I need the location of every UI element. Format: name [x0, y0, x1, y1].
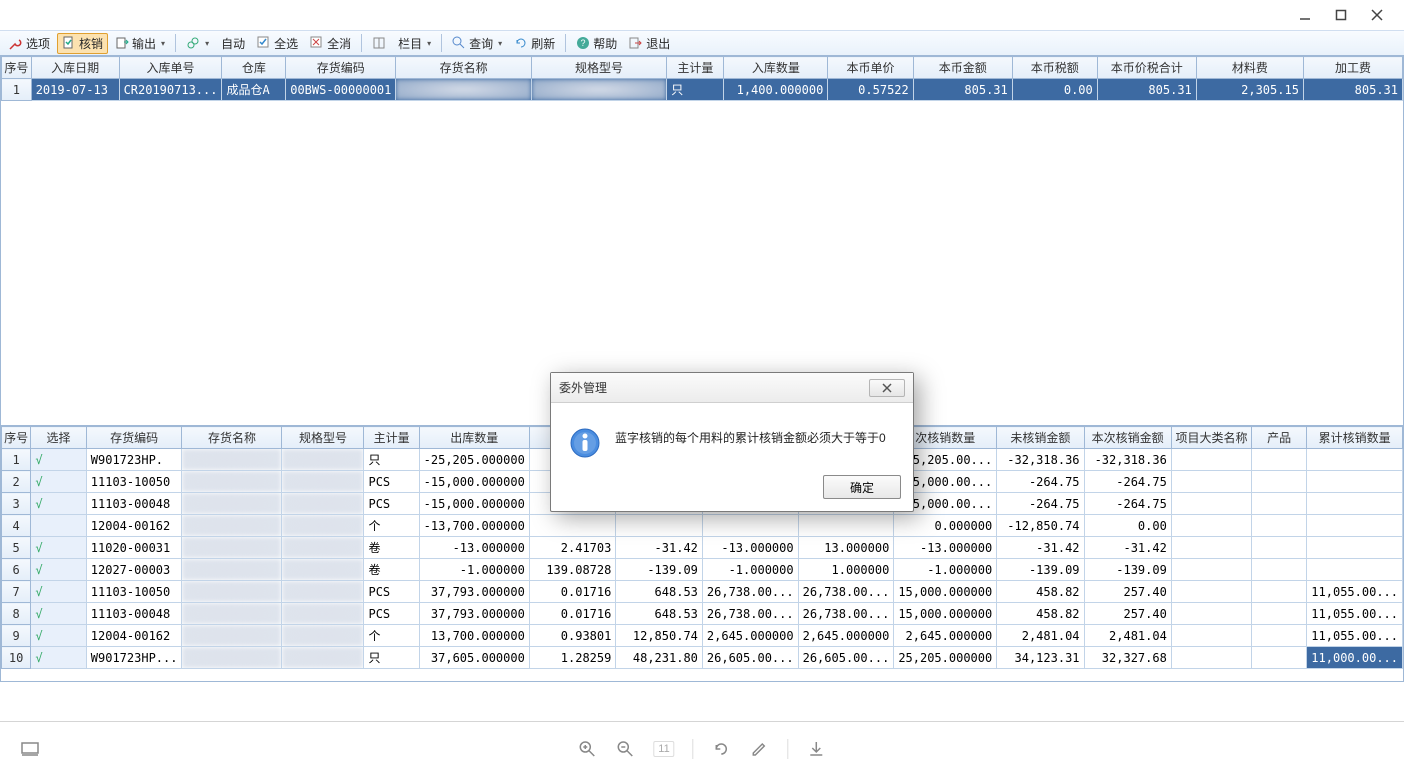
dialog-title: 委外管理 — [559, 379, 607, 396]
info-icon — [569, 427, 601, 459]
message-dialog: 委外管理 蓝字核销的每个用料的累计核销金额必须大于等于0 确定 — [550, 372, 914, 512]
dialog-titlebar[interactable]: 委外管理 — [551, 373, 913, 403]
dialog-message: 蓝字核销的每个用料的累计核销金额必须大于等于0 — [615, 427, 886, 446]
modal-overlay: 委外管理 蓝字核销的每个用料的累计核销金额必须大于等于0 确定 — [0, 0, 1404, 775]
dialog-ok-button[interactable]: 确定 — [823, 475, 901, 499]
dialog-close-button[interactable] — [869, 379, 905, 397]
